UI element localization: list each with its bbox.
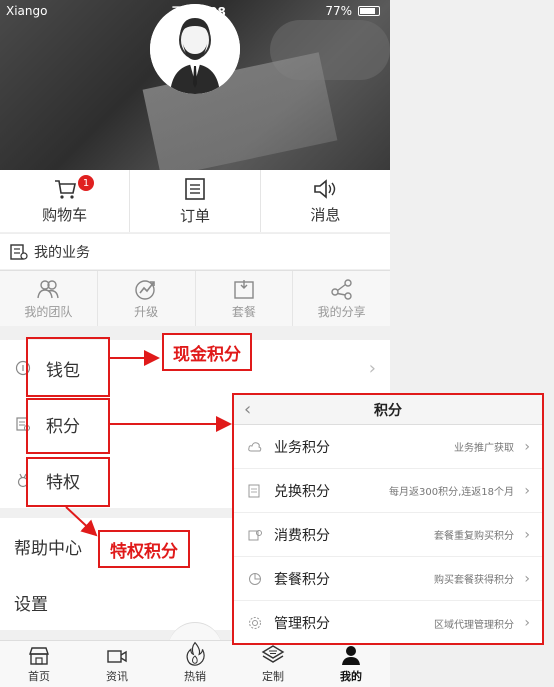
tab-mine[interactable]: 我的 bbox=[312, 641, 390, 687]
points-detail-panel: ‹ 积分 业务积分 业务推广获取 › 兑换积分 每月返300积分,连返18个月 … bbox=[232, 393, 544, 645]
tab-custom-label: 定制 bbox=[262, 670, 284, 683]
back-chevron-icon[interactable]: ‹ bbox=[244, 399, 251, 420]
tab-mine-label: 我的 bbox=[340, 670, 362, 683]
video-icon bbox=[107, 650, 127, 663]
points-row-label: 消费积分 bbox=[274, 527, 330, 544]
tab-bar: 首页 资讯 热销 定制 我的 bbox=[0, 640, 390, 687]
points-row-package[interactable]: 套餐积分 购买套餐获得积分 › bbox=[234, 557, 542, 601]
points-row-business[interactable]: 业务积分 业务推广获取 › bbox=[234, 425, 542, 469]
points-panel-header: ‹ 积分 bbox=[234, 395, 542, 425]
receipt-icon bbox=[248, 528, 262, 542]
points-row-desc: 购买套餐获得积分 bbox=[434, 575, 514, 586]
tab-news[interactable]: 资讯 bbox=[78, 641, 156, 687]
points-row-management[interactable]: 管理积分 区域代理管理积分 › bbox=[234, 601, 542, 645]
chevron-right-icon: › bbox=[524, 615, 530, 631]
tab-news-label: 资讯 bbox=[106, 670, 128, 683]
points-row-exchange[interactable]: 兑换积分 每月返300积分,连返18个月 › bbox=[234, 469, 542, 513]
privilege-arrow bbox=[65, 506, 98, 537]
store-icon bbox=[29, 647, 49, 665]
tab-custom[interactable]: 定制 bbox=[234, 641, 312, 687]
points-panel-title: 积分 bbox=[374, 402, 402, 419]
flame-icon bbox=[186, 641, 205, 666]
points-row-label: 兑换积分 bbox=[274, 483, 330, 500]
points-row-label: 管理积分 bbox=[274, 616, 330, 632]
points-row-consumption[interactable]: 消费积分 套餐重复购买积分 › bbox=[234, 513, 542, 557]
pie-chart-icon bbox=[248, 572, 262, 586]
points-row-desc: 每月返300积分,连返18个月 bbox=[389, 487, 514, 498]
points-row-label: 套餐积分 bbox=[274, 571, 330, 588]
cloud-icon bbox=[248, 440, 262, 454]
points-row-label: 业务积分 bbox=[274, 439, 330, 456]
chevron-right-icon: › bbox=[524, 526, 530, 543]
chevron-right-icon: › bbox=[524, 570, 530, 587]
chevron-right-icon: › bbox=[524, 482, 530, 499]
gear-icon bbox=[248, 616, 262, 630]
layers-icon bbox=[261, 645, 285, 663]
document-icon bbox=[248, 484, 262, 498]
tab-hot[interactable]: 热销 bbox=[156, 641, 234, 687]
points-row-desc: 业务推广获取 bbox=[454, 443, 514, 454]
points-row-desc: 区域代理管理积分 bbox=[434, 619, 514, 631]
tab-hot-label: 热销 bbox=[184, 670, 206, 683]
chevron-right-icon: › bbox=[524, 438, 530, 455]
tab-home-label: 首页 bbox=[28, 670, 50, 683]
person-icon bbox=[342, 646, 360, 665]
points-row-desc: 套餐重复购买积分 bbox=[434, 531, 514, 542]
tab-home[interactable]: 首页 bbox=[0, 641, 78, 687]
